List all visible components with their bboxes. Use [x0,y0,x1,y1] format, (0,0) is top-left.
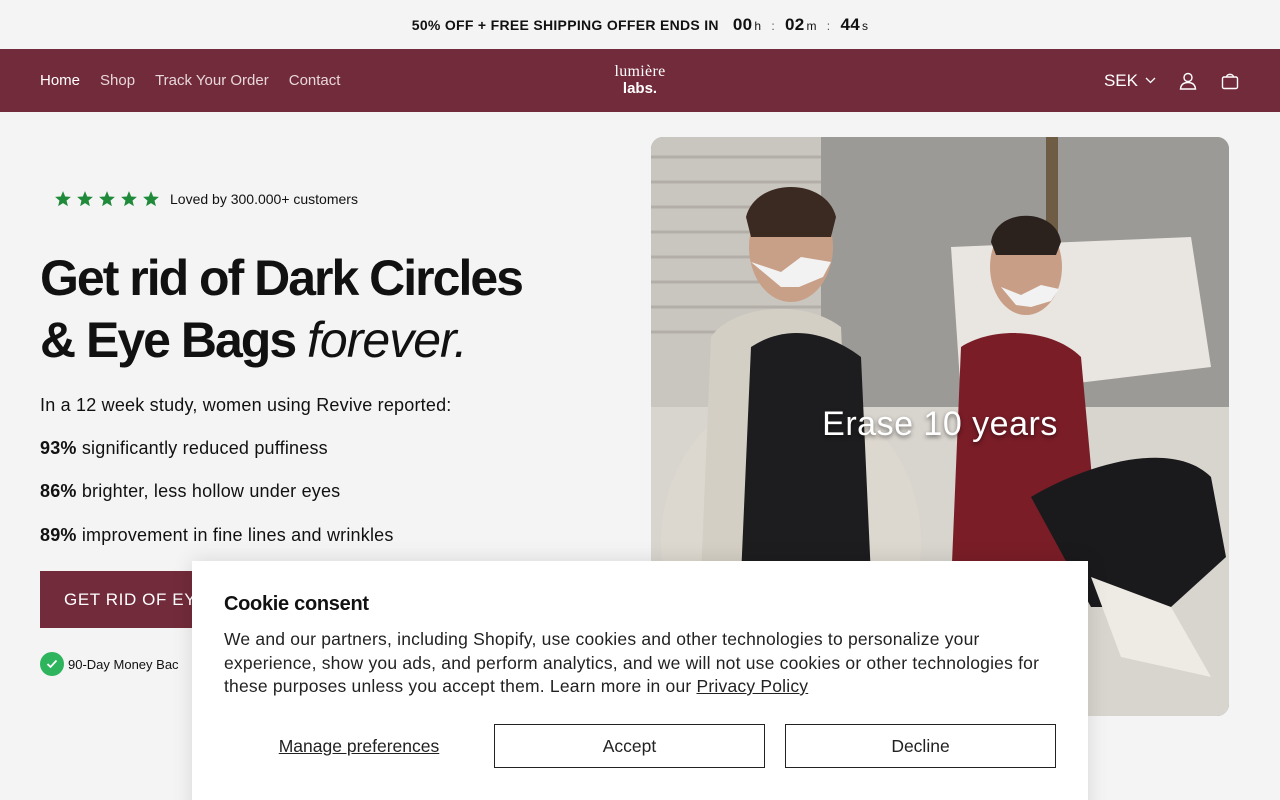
cookie-body: We and our partners, including Shopify, … [224,628,1056,699]
privacy-policy-link[interactable]: Privacy Policy [697,676,809,696]
stat-value: 86% [40,481,77,501]
stat-text: brighter, less hollow under eyes [81,481,341,501]
cookie-actions: Manage preferences Accept Decline [224,724,1056,768]
stat-item: 86% brighter, less hollow under eyes [40,481,340,502]
countdown-timer: 00 h : 02 m : 44 s [733,15,868,35]
decline-button[interactable]: Decline [785,724,1056,768]
rating-stars [54,190,160,208]
stat-text: significantly reduced puffiness [81,438,328,458]
timer-hours: 00 [732,14,753,34]
timer-separator: : [771,18,775,33]
cookie-body-text: We and our partners, including Shopify, … [224,629,1040,696]
stat-value: 93% [40,438,77,458]
nav-contact[interactable]: Contact [289,72,341,89]
checkmark-icon [40,652,64,676]
currency-label: SEK [1103,70,1138,90]
timer-minutes: 02 [784,14,805,34]
timer-seconds: 44 [840,14,860,34]
timer-seconds-unit: s [861,18,869,33]
star-icon [99,191,115,207]
headline-line1: Get rid of Dark Circles [40,250,524,306]
headline-italic: forever. [307,312,468,368]
site-header: Home Shop Track Your Order Contact lumiè… [0,49,1280,112]
currency-selector[interactable]: SEK [1104,71,1156,91]
headline-line2: & Eye Bags [40,312,297,368]
star-icon [121,191,137,207]
accept-button[interactable]: Accept [494,724,765,768]
study-intro: In a 12 week study, women using Revive r… [40,395,452,415]
stat-item: 89% improvement in fine lines and wrinkl… [40,525,394,546]
stat-text: improvement in fine lines and wrinkles [81,525,394,545]
announcement-text: 50% OFF + FREE SHIPPING OFFER ENDS IN [411,16,719,33]
stat-value: 89% [40,525,77,545]
cookie-title: Cookie consent [224,593,369,615]
header-actions: SEK [1104,71,1240,91]
chevron-down-icon [1144,75,1156,87]
main-nav: Home Shop Track Your Order Contact [40,72,340,89]
rating-row: Loved by 300.000+ customers [54,190,358,208]
hero-headline: Get rid of Dark Circles & Eye Bags forev… [40,247,620,371]
star-icon [143,191,159,207]
announcement-bar: 50% OFF + FREE SHIPPING OFFER ENDS IN 00… [0,0,1280,49]
rating-text: Loved by 300.000+ customers [170,191,358,207]
star-icon [55,191,71,207]
guarantee-badge: 90-Day Money Bac [40,652,179,676]
nav-track-order[interactable]: Track Your Order [155,72,269,89]
cookie-consent-dialog: Cookie consent We and our partners, incl… [192,561,1088,800]
logo-line1: lumière [614,63,666,80]
cart-icon[interactable] [1220,71,1240,91]
timer-separator: : [826,18,831,33]
site-logo[interactable]: lumière labs. [615,63,666,97]
stat-item: 93% significantly reduced puffiness [40,438,328,459]
account-icon[interactable] [1178,71,1198,91]
logo-line2: labs. [622,80,658,97]
star-icon [77,191,93,207]
timer-hours-unit: h [754,18,762,33]
guarantee-text: 90-Day Money Bac [68,656,179,672]
nav-shop[interactable]: Shop [100,72,135,89]
nav-home[interactable]: Home [40,72,80,89]
image-caption: Erase 10 years [822,405,1058,443]
manage-preferences-link[interactable]: Manage preferences [224,736,494,757]
timer-minutes-unit: m [806,18,817,33]
